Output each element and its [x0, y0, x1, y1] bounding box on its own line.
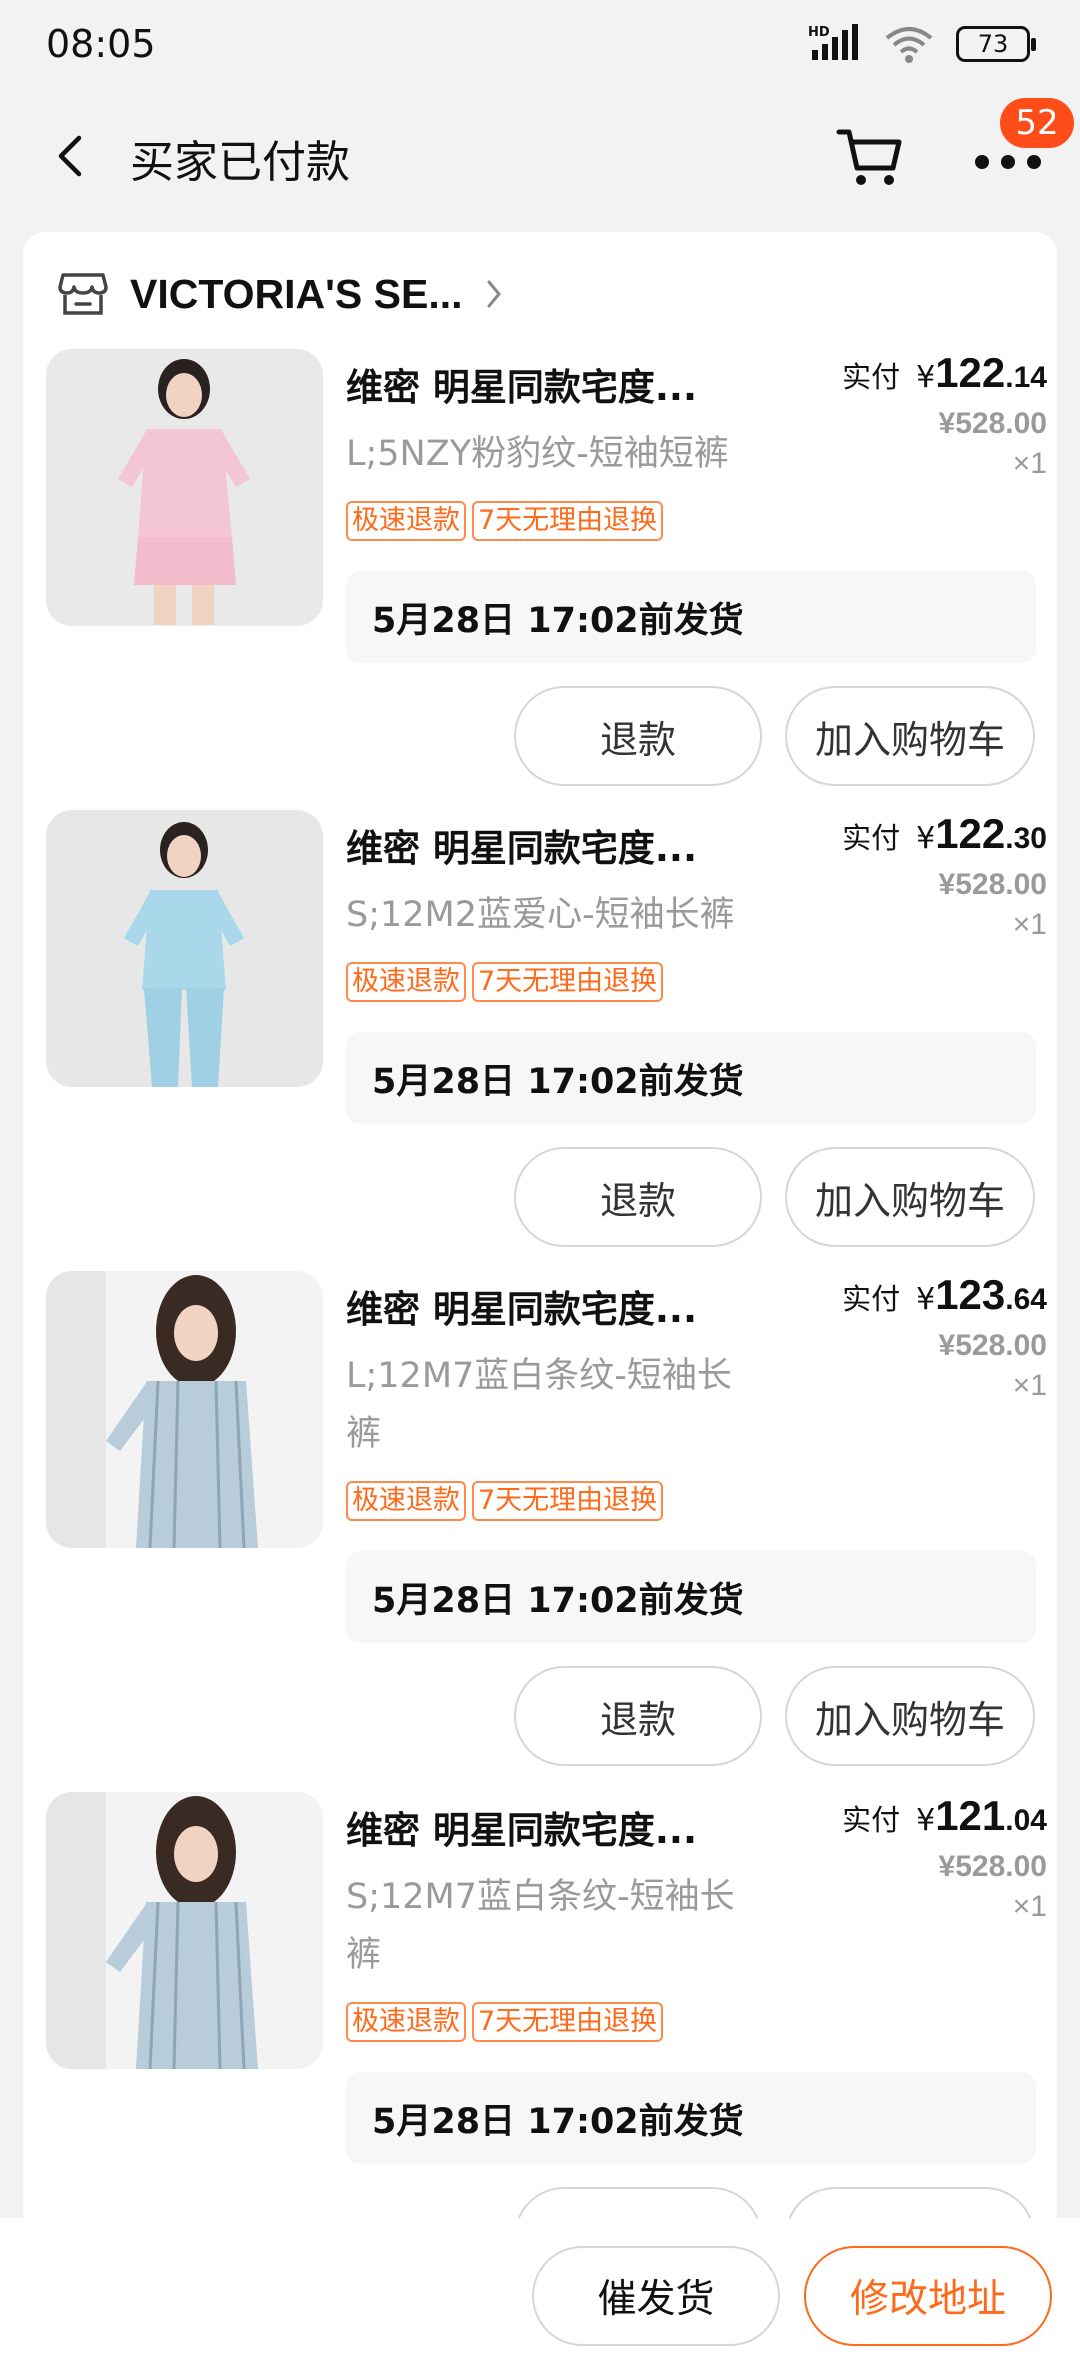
original-price: ¥528.00: [938, 407, 1047, 440]
paid-int: 122: [935, 810, 1006, 857]
ship-deadline: 5月28日 17:02前发货: [346, 1551, 1036, 1643]
paid-amount: ¥122.30: [916, 810, 1047, 857]
original-price: ¥528.00: [938, 1850, 1047, 1883]
status-icons: HD 73: [808, 24, 1036, 64]
refund-button[interactable]: 退款: [514, 686, 762, 786]
bottom-action-bar: 催发货 修改地址: [0, 2218, 1080, 2376]
shop-header[interactable]: VICTORIA'S SE...: [58, 264, 503, 324]
cart-button[interactable]: [835, 120, 907, 192]
ship-deadline: 5月28日 17:02前发货: [346, 1032, 1036, 1124]
paid-dec: .14: [1005, 361, 1047, 394]
refund-button[interactable]: 退款: [514, 1147, 762, 1247]
wifi-icon: [885, 27, 933, 63]
paid-label: 实付: [842, 1803, 901, 1837]
paid-label: 实付: [842, 821, 901, 855]
paid-int: 123: [935, 1271, 1006, 1318]
chevron-right-icon: [487, 280, 501, 308]
product-image[interactable]: [46, 1792, 323, 2069]
add-to-cart-button[interactable]: 加入购物车: [785, 686, 1035, 786]
order-item: 维密 明星同款宅度... S;12M2蓝爱心-短袖长裤 极速退款 7天无理由退换…: [23, 810, 1057, 1270]
battery-level: 73: [977, 30, 1009, 58]
price-block: 实付 ¥123.64 ¥528.00 ×1: [842, 1271, 1047, 1403]
product-title[interactable]: 维密 明星同款宅度...: [346, 818, 697, 872]
shop-name: VICTORIA'S SE...: [130, 270, 463, 317]
tag-7day-return: 7天无理由退换: [472, 501, 664, 541]
back-button[interactable]: [40, 126, 100, 186]
quantity: ×1: [1012, 447, 1047, 480]
paid-label: 实付: [842, 360, 901, 394]
product-sku: S;12M7蓝白条纹-短袖长裤: [346, 1877, 735, 1975]
refund-button[interactable]: 退款: [514, 1666, 762, 1766]
tag-fast-refund: 极速退款: [346, 2002, 466, 2042]
order-item: 维密 明星同款宅度... S;12M7蓝白条纹-短袖长裤 极速退款 7天无理由退…: [23, 1792, 1057, 2232]
paid-int: 121: [935, 1792, 1006, 1839]
original-price: ¥528.00: [938, 1329, 1047, 1362]
order-card: VICTORIA'S SE... 维密 明星同款宅度... L;5NZY粉豹纹-…: [23, 232, 1057, 2232]
currency-symbol: ¥: [916, 1282, 936, 1317]
ship-deadline: 5月28日 17:02前发货: [346, 2072, 1036, 2164]
product-sku: L;5NZY粉豹纹-短袖短裤: [346, 434, 729, 474]
ship-deadline: 5月28日 17:02前发货: [346, 571, 1036, 663]
modify-address-button[interactable]: 修改地址: [804, 2246, 1052, 2346]
price-block: 实付 ¥122.30 ¥528.00 ×1: [842, 810, 1047, 942]
battery-indicator: 73: [956, 26, 1036, 62]
page-title: 买家已付款: [130, 137, 350, 188]
price-block: 实付 ¥122.14 ¥528.00 ×1: [842, 349, 1047, 481]
product-image-graphic: [46, 349, 323, 626]
status-bar: 08:05 HD 73: [0, 0, 1080, 96]
status-time: 08:05: [46, 22, 156, 66]
tag-fast-refund: 极速退款: [346, 501, 466, 541]
currency-symbol: ¥: [916, 360, 936, 395]
product-sku: L;12M7蓝白条纹-短袖长裤: [346, 1356, 732, 1454]
quantity: ×1: [1012, 1369, 1047, 1402]
add-to-cart-button[interactable]: 加入购物车: [785, 1147, 1035, 1247]
product-sku: S;12M2蓝爱心-短袖长裤: [346, 895, 735, 935]
currency-symbol: ¥: [916, 1803, 936, 1838]
paid-amount: ¥122.14: [916, 349, 1047, 396]
order-item: 维密 明星同款宅度... L;12M7蓝白条纹-短袖长裤 极速退款 7天无理由退…: [23, 1271, 1057, 1791]
product-title[interactable]: 维密 明星同款宅度...: [346, 357, 697, 411]
tag-fast-refund: 极速退款: [346, 962, 466, 1002]
currency-symbol: ¥: [916, 821, 936, 856]
product-image[interactable]: [46, 349, 323, 626]
order-item: 维密 明星同款宅度... L;5NZY粉豹纹-短袖短裤 极速退款 7天无理由退换…: [23, 349, 1057, 809]
tag-7day-return: 7天无理由退换: [472, 1481, 664, 1521]
paid-dec: .30: [1005, 822, 1047, 855]
back-icon: [58, 135, 82, 177]
quantity: ×1: [1012, 1890, 1047, 1923]
paid-int: 122: [935, 349, 1006, 396]
tag-7day-return: 7天无理由退换: [472, 2002, 664, 2042]
tag-7day-return: 7天无理由退换: [472, 962, 664, 1002]
store-icon: [58, 273, 108, 315]
price-block: 实付 ¥121.04 ¥528.00 ×1: [842, 1792, 1047, 1924]
paid-dec: .04: [1005, 1804, 1047, 1837]
service-tags: 极速退款 7天无理由退换: [346, 2002, 664, 2042]
paid-amount: ¥121.04: [916, 1792, 1047, 1839]
product-title[interactable]: 维密 明星同款宅度...: [346, 1279, 697, 1333]
paid-dec: .64: [1005, 1283, 1047, 1316]
product-image[interactable]: [46, 810, 323, 1087]
product-image[interactable]: [46, 1271, 323, 1548]
service-tags: 极速退款 7天无理由退换: [346, 501, 664, 541]
network-type: HD: [808, 25, 830, 40]
product-image-graphic: [46, 1271, 323, 1548]
product-title[interactable]: 维密 明星同款宅度...: [346, 1800, 697, 1854]
add-to-cart-button[interactable]: 加入购物车: [785, 1666, 1035, 1766]
paid-amount: ¥123.64: [916, 1271, 1047, 1318]
urge-shipping-button[interactable]: 催发货: [532, 2246, 780, 2346]
paid-label: 实付: [842, 1282, 901, 1316]
signal-icon: HD: [808, 24, 858, 60]
service-tags: 极速退款 7天无理由退换: [346, 962, 664, 1002]
original-price: ¥528.00: [938, 868, 1047, 901]
nav-bar: 买家已付款: [0, 96, 1080, 216]
tag-fast-refund: 极速退款: [346, 1481, 466, 1521]
service-tags: 极速退款 7天无理由退换: [346, 1481, 664, 1521]
product-image-graphic: [46, 1792, 323, 2069]
cart-icon: [836, 129, 902, 185]
message-count-badge: 52: [1000, 98, 1074, 148]
product-image-graphic: [46, 810, 323, 1087]
quantity: ×1: [1012, 908, 1047, 941]
